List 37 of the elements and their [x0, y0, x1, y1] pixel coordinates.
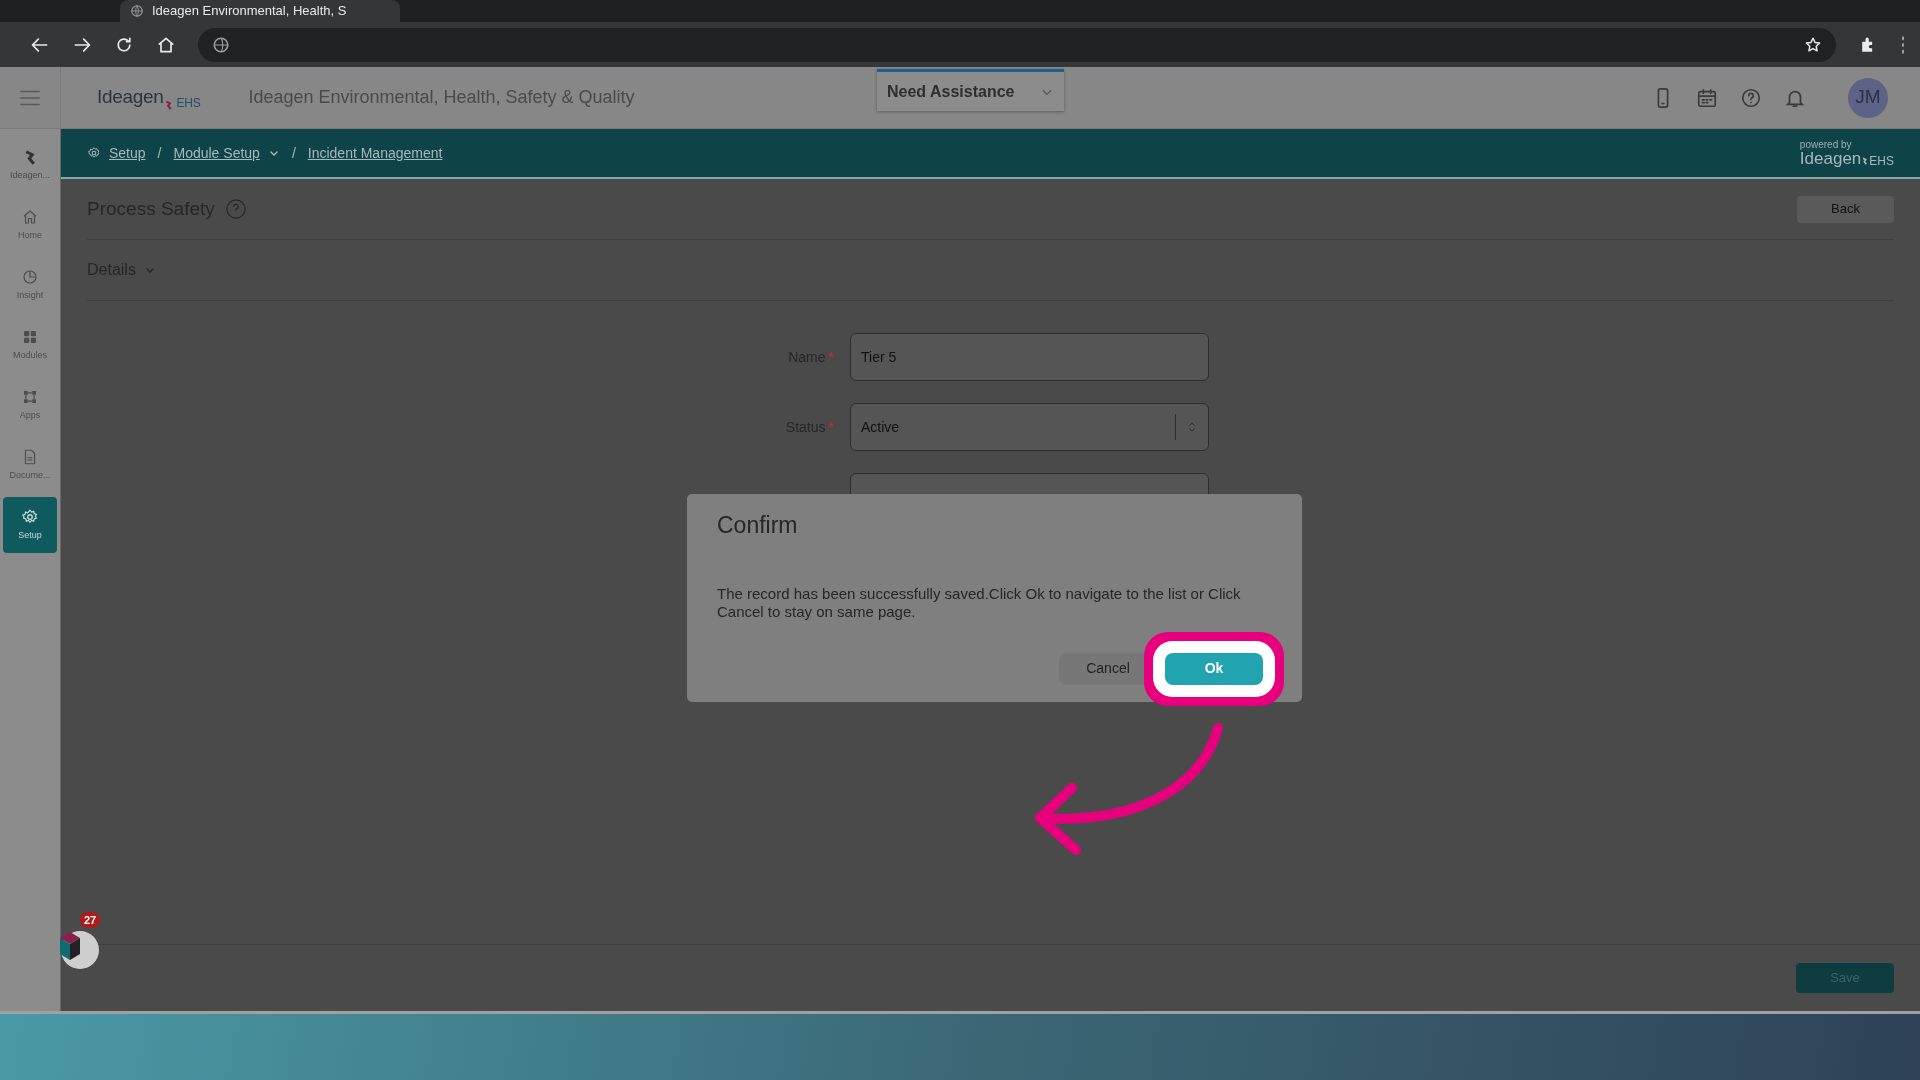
- logo-suffix: EHS: [176, 94, 201, 112]
- globe-icon: [130, 4, 144, 18]
- settings-icon: [21, 507, 39, 526]
- settings-icon: [87, 146, 101, 160]
- chat-widget-icon[interactable]: [58, 930, 100, 970]
- app-title: Ideagen Environmental, Health, Safety & Quality: [248, 86, 635, 109]
- dialog-message: The record has been successfully saved.Click Ok to navigate to the list or Click Cancel to stay on same page.: [717, 584, 1242, 621]
- breadcrumb-link[interactable]: Setup: [87, 142, 146, 164]
- breadcrumb-separator: /: [291, 143, 296, 163]
- browser-tab[interactable]: Ideagen Environmental, Health, S: [120, 0, 400, 22]
- globe-icon: [212, 35, 230, 54]
- dialog-title: Confirm: [717, 511, 799, 540]
- back-button[interactable]: Back: [1797, 195, 1894, 223]
- sidebar-item[interactable]: Setup: [3, 497, 57, 553]
- powered-by-caption: powered by: [1799, 139, 1852, 150]
- breadcrumb-link[interactable]: Module Setup: [173, 142, 280, 164]
- input-field[interactable]: Tier 5: [850, 333, 1209, 381]
- required-mark: *: [828, 418, 834, 435]
- breadcrumb-separator: /: [157, 143, 162, 163]
- pie-chart-icon: [21, 267, 39, 286]
- sidebar-item[interactable]: Ideagen...: [3, 137, 57, 193]
- breadcrumb-link[interactable]: Incident Management: [307, 142, 443, 164]
- sidebar-item[interactable]: Modules: [3, 317, 57, 373]
- help-icon[interactable]: [1740, 86, 1762, 109]
- calendar-icon[interactable]: [1696, 86, 1718, 109]
- avatar[interactable]: JM: [1848, 77, 1888, 118]
- status-select[interactable]: Active: [850, 403, 1209, 451]
- star-icon[interactable]: [1804, 35, 1822, 54]
- tab-title: Ideagen Environmental, Health, S: [152, 2, 347, 21]
- logo-text: Ideagen: [97, 85, 164, 110]
- assistance-dropdown[interactable]: Need Assistance: [877, 69, 1064, 111]
- required-mark: *: [828, 348, 834, 365]
- notification-badge: 27: [80, 912, 101, 928]
- logo-suffix: EHS: [1869, 154, 1894, 167]
- logo-text: Ideagen: [1799, 149, 1862, 167]
- more-icon[interactable]: [1900, 34, 1906, 55]
- dropdown-label: Need Assistance: [887, 81, 1015, 102]
